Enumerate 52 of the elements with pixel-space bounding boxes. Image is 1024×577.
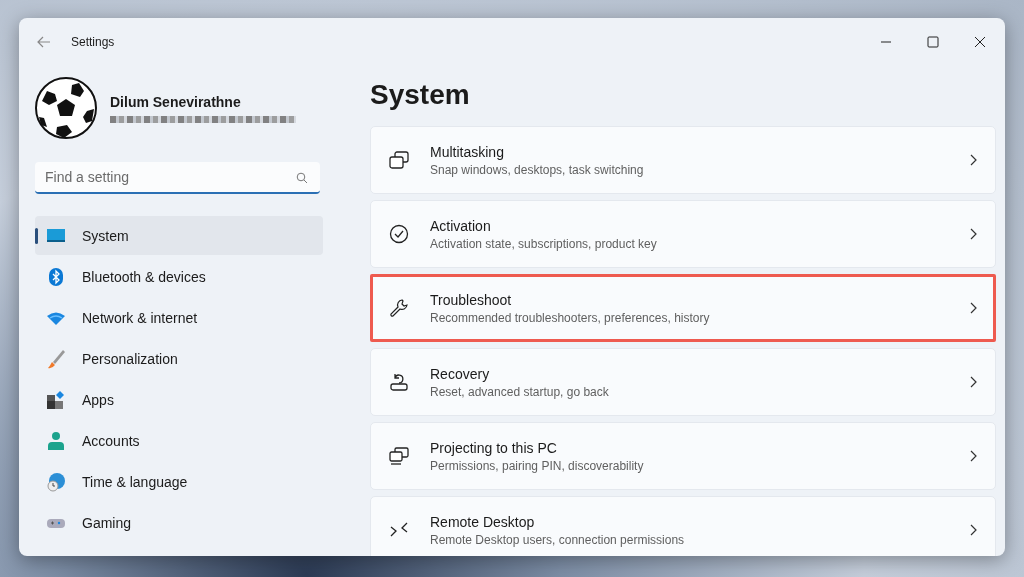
settings-card[interactable]: Remote Desktop Remote Desktop users, connection permissions: [370, 496, 996, 556]
bluetooth-icon: [46, 266, 66, 287]
sidebar-item[interactable]: Bluetooth & devices: [35, 257, 323, 296]
sidebar-item[interactable]: System: [35, 216, 323, 255]
sidebar-item[interactable]: Time & language: [35, 462, 323, 501]
card-description: Remote Desktop users, connection permissions: [430, 532, 686, 547]
back-arrow-icon[interactable]: [37, 36, 51, 48]
window-title: Settings: [71, 35, 115, 49]
card-title: Projecting to this PC: [430, 439, 558, 456]
card-description: Reset, advanced startup, go back: [430, 384, 610, 399]
globe-clock-icon: [46, 471, 66, 492]
chevron-right-icon: [970, 450, 977, 462]
person-icon: [46, 430, 66, 451]
user-name: Dilum Senevirathne: [110, 93, 242, 110]
settings-card[interactable]: Troubleshoot Recommended troubleshooters, preferences, history: [370, 274, 996, 342]
check-circle-icon: [389, 224, 409, 244]
card-title: Multitasking: [430, 143, 505, 160]
overlapping-windows-icon: [389, 150, 409, 170]
card-description: Recommended troubleshooters, preferences, history: [430, 310, 711, 325]
sidebar-item[interactable]: Accounts: [35, 421, 323, 460]
card-description: Permissions, pairing PIN, discoverability: [430, 458, 645, 473]
sidebar-item[interactable]: Personalization: [35, 339, 323, 378]
recovery-drive-icon: [389, 372, 409, 392]
chevron-right-icon: [970, 302, 977, 314]
close-icon[interactable]: [974, 36, 986, 48]
projector-screens-icon: [389, 446, 409, 466]
sidebar-item[interactable]: Gaming: [35, 503, 323, 542]
sidebar-item[interactable]: Network & internet: [35, 298, 323, 337]
soccer-ball-avatar-icon: [35, 77, 97, 139]
chevron-right-icon: [970, 376, 977, 388]
card-title: Activation: [430, 217, 492, 234]
card-description: Activation state, subscriptions, product key: [430, 236, 658, 251]
settings-card[interactable]: Activation Activation state, subscriptions, product key: [370, 200, 996, 268]
paintbrush-icon: [46, 348, 66, 369]
search-field[interactable]: Find a setting: [35, 162, 320, 194]
chevron-right-icon: [970, 524, 977, 536]
card-title: Remote Desktop: [430, 513, 536, 530]
chevron-right-icon: [970, 154, 977, 166]
chevron-right-icon: [970, 228, 977, 240]
card-description: Snap windows, desktops, task switching: [430, 162, 645, 177]
settings-card[interactable]: Recovery Reset, advanced startup, go back: [370, 348, 996, 416]
wrench-icon: [389, 298, 409, 318]
page-title: System: [370, 78, 471, 112]
selection-indicator: [35, 227, 38, 244]
maximize-icon[interactable]: [927, 36, 939, 48]
card-title: Recovery: [430, 365, 491, 382]
settings-card[interactable]: Multitasking Snap windows, desktops, task switching: [370, 126, 996, 194]
apps-icon: [46, 389, 66, 410]
card-title: Troubleshoot: [430, 291, 513, 308]
sidebar-item[interactable]: Apps: [35, 380, 323, 419]
settings-card[interactable]: Projecting to this PC Permissions, pairing PIN, discoverability: [370, 422, 996, 490]
search-icon: [296, 172, 308, 184]
